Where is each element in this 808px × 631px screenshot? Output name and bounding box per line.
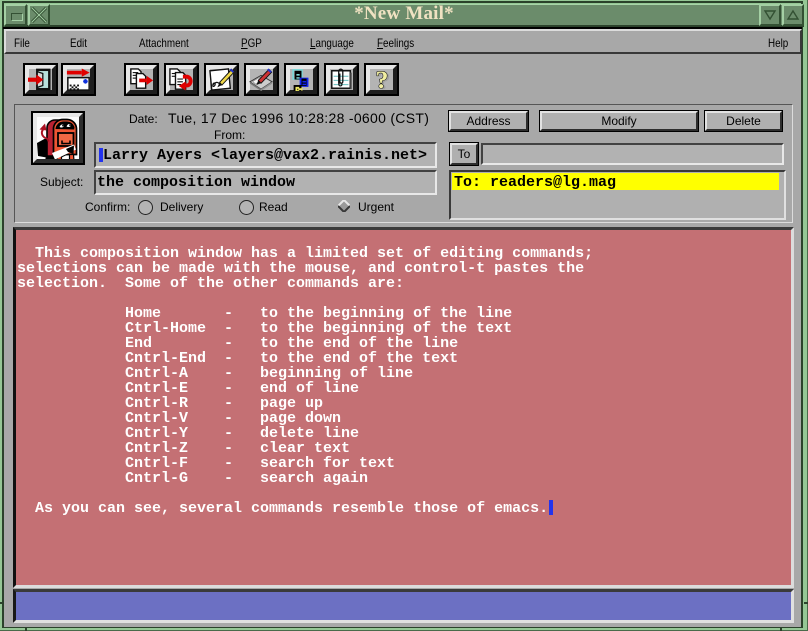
svg-text:?: ? — [375, 68, 388, 91]
